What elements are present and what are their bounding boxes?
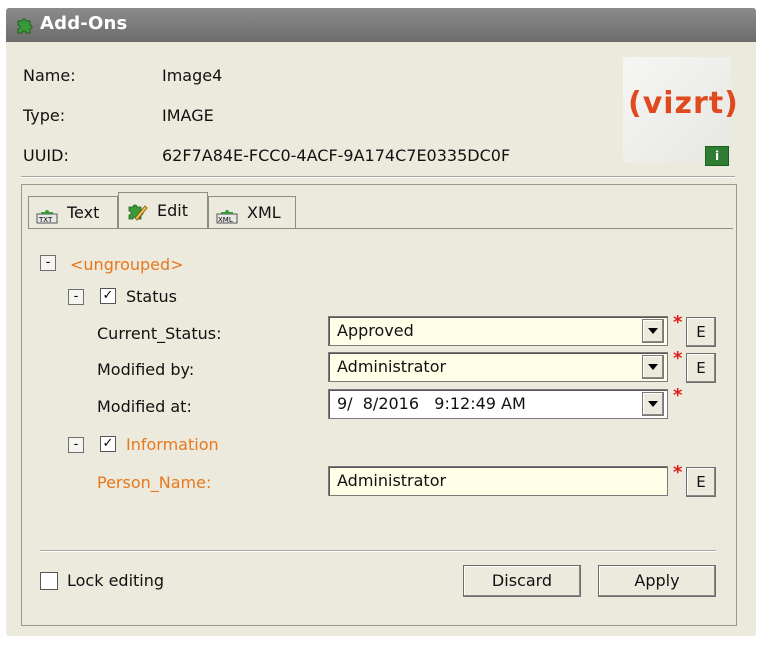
current-status-required-marker: *	[673, 312, 683, 333]
information-checkbox[interactable]: ✓	[100, 436, 116, 452]
modified-at-required-marker: *	[673, 385, 683, 406]
person-name-edit-button[interactable]: E	[686, 467, 716, 497]
puzzle-icon	[14, 14, 36, 36]
tab-edit-label: Edit	[157, 201, 188, 220]
chevron-down-icon	[648, 364, 658, 370]
xml-tab-icon: XML	[215, 202, 239, 224]
tab-text[interactable]: TXT Text	[28, 196, 118, 228]
tab-strip-line	[28, 228, 733, 229]
tab-edit[interactable]: Edit	[118, 192, 208, 228]
person-name-value: Administrator	[337, 471, 447, 490]
modified-at-label: Modified at:	[97, 397, 192, 416]
apply-button[interactable]: Apply	[598, 565, 716, 597]
person-name-required-marker: *	[673, 462, 683, 483]
modified-by-required-marker: *	[673, 348, 683, 369]
current-status-edit-button[interactable]: E	[686, 317, 716, 347]
person-name-input[interactable]: Administrator	[328, 466, 668, 496]
modified-by-dropdown[interactable]: Administrator	[328, 352, 668, 382]
uuid-label: UUID:	[23, 146, 69, 165]
footer-separator	[40, 550, 716, 552]
current-status-dropdown-arrow[interactable]	[642, 319, 664, 343]
uuid-value: 62F7A84E-FCC0-4ACF-9A174C7E0335DC0F	[162, 146, 511, 165]
lock-editing-checkbox[interactable]	[40, 572, 58, 590]
information-group-label: Information	[126, 435, 219, 454]
type-label: Type:	[23, 106, 66, 125]
status-checkbox[interactable]: ✓	[100, 288, 116, 304]
discard-button[interactable]: Discard	[463, 565, 581, 597]
svg-text:TXT: TXT	[38, 216, 53, 224]
person-name-label: Person_Name:	[97, 473, 212, 492]
current-status-label: Current_Status:	[97, 324, 222, 343]
modified-at-datetime-picker[interactable]: 9/ 8/2016 9:12:49 AM	[328, 389, 668, 419]
lock-editing-label: Lock editing	[67, 571, 165, 590]
svg-text:XML: XML	[218, 216, 233, 224]
info-icon: i	[705, 146, 729, 166]
status-collapse-toggle[interactable]: -	[68, 289, 84, 305]
ungrouped-collapse-toggle[interactable]: -	[40, 255, 56, 271]
current-status-value: Approved	[337, 321, 414, 340]
text-tab-icon: TXT	[35, 202, 59, 224]
modified-by-dropdown-arrow[interactable]	[642, 355, 664, 379]
modified-at-value: 9/ 8/2016 9:12:49 AM	[337, 394, 526, 413]
type-value: IMAGE	[162, 106, 214, 125]
name-label: Name:	[23, 66, 76, 85]
edit-pencil-icon	[125, 200, 149, 222]
status-group-label: Status	[126, 287, 177, 306]
tab-xml[interactable]: XML XML	[208, 196, 296, 228]
modified-by-value: Administrator	[337, 357, 447, 376]
tab-xml-label: XML	[247, 203, 281, 222]
ungrouped-group-label: <ungrouped>	[70, 255, 184, 274]
information-collapse-toggle[interactable]: -	[68, 437, 84, 453]
current-status-dropdown[interactable]: Approved	[328, 316, 668, 346]
tab-text-label: Text	[67, 203, 100, 222]
chevron-down-icon	[648, 401, 658, 407]
name-value: Image4	[162, 66, 223, 85]
vizrt-logo: (vizrt)	[628, 86, 739, 121]
modified-at-dropdown-arrow[interactable]	[642, 392, 664, 416]
window-title: Add-Ons	[40, 13, 128, 34]
modified-by-label: Modified by:	[97, 360, 195, 379]
header-separator	[21, 176, 735, 178]
chevron-down-icon	[648, 328, 658, 334]
modified-by-edit-button[interactable]: E	[686, 353, 716, 383]
